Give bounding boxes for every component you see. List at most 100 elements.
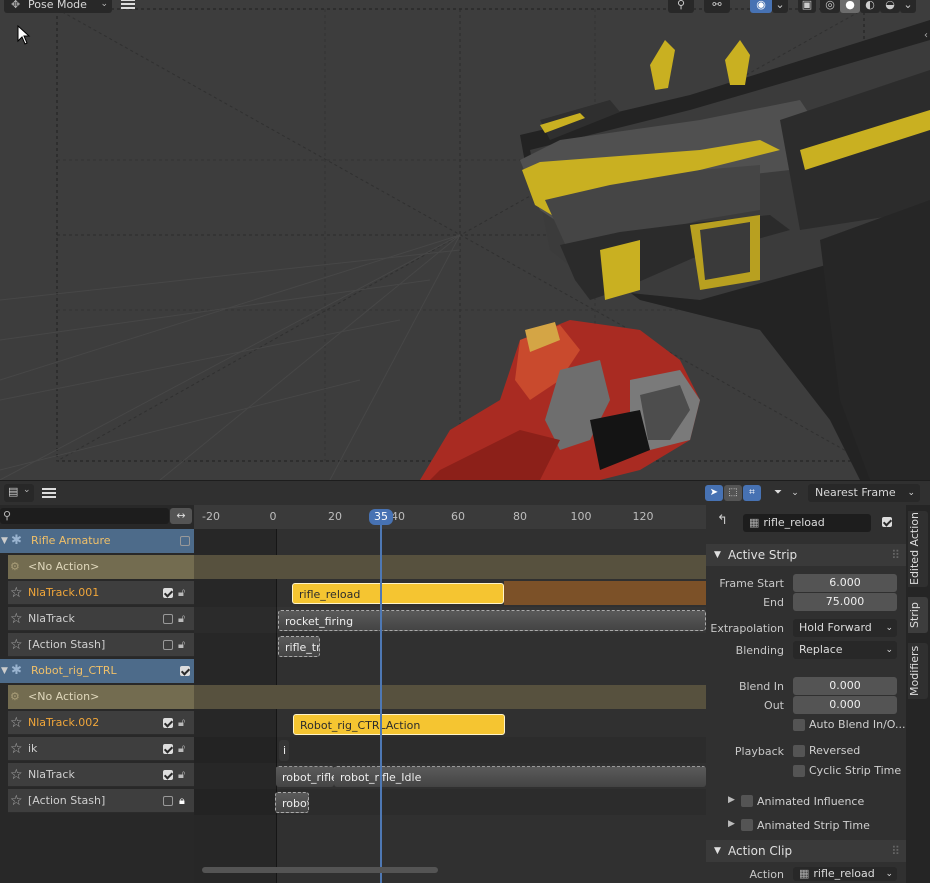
auto-blend-checkbox[interactable] (793, 719, 805, 731)
extrapolation-select[interactable]: Hold Forward ⌄ (793, 619, 897, 637)
solo-star-icon[interactable]: ☆ (10, 737, 23, 761)
channel-checkbox[interactable] (180, 666, 190, 676)
wireframe-shading-icon[interactable]: ◎ (820, 0, 840, 13)
box-select-icon[interactable]: ⬚ (724, 485, 742, 501)
tab-modifiers[interactable]: Modifiers (908, 643, 928, 699)
animated-influence-checkbox[interactable] (741, 795, 753, 807)
frame-start-field[interactable]: 6.000 (793, 574, 897, 592)
chevron-down-icon[interactable]: ⌄ (900, 0, 916, 13)
horizontal-scrollbar[interactable] (202, 867, 438, 873)
mute-checkbox[interactable] (163, 796, 173, 806)
expand-triangle-icon[interactable]: ▼ (1, 659, 8, 683)
action-clip-action-select[interactable]: ▦ rifle_reload ⌄ (793, 867, 897, 881)
proportional-editing-icon[interactable]: ◉ (750, 0, 772, 13)
lock-icon[interactable]: 🔒︎ (179, 789, 185, 813)
no-action-row (194, 555, 706, 579)
sidebar-toggle-icon[interactable]: ‹ (924, 30, 928, 41)
channel-track-nlatrack-002[interactable]: ☆ NlaTrack.002 🔓︎ (8, 711, 194, 735)
current-frame-indicator[interactable]: 35 (369, 509, 393, 525)
no-action-row (194, 685, 706, 709)
solo-star-icon[interactable]: ☆ (10, 763, 23, 787)
animated-strip-time-checkbox[interactable] (741, 819, 753, 831)
solo-star-icon[interactable]: ☆ (10, 711, 23, 735)
channel-checkbox[interactable] (180, 536, 190, 546)
unlock-icon[interactable]: 🔓︎ (178, 581, 185, 605)
reversed-label: Reversed (809, 744, 861, 757)
tab-edited-action[interactable]: Edited Action (908, 511, 928, 587)
unlock-icon[interactable]: 🔓︎ (178, 763, 185, 787)
unlock-icon[interactable]: 🔓︎ (178, 633, 185, 657)
channel-no-action[interactable]: ⚙ <No Action> (8, 555, 194, 579)
blend-in-label: Blend In (738, 680, 784, 693)
mute-checkbox[interactable] (163, 614, 173, 624)
action-enabled-checkbox[interactable] (882, 517, 892, 527)
strip-robot-ri[interactable]: robot_ri (275, 792, 309, 813)
mute-checkbox[interactable] (163, 718, 173, 728)
unlock-icon[interactable]: 🔓︎ (178, 711, 185, 735)
strip-rifle-tran[interactable]: rifle_tran (278, 636, 320, 657)
chevron-down-icon[interactable]: ⌄ (786, 485, 804, 501)
frame-ruler[interactable]: -20 0 20 40 60 80 100 120 (194, 505, 706, 529)
drag-grip-icon[interactable]: ⠿ (891, 544, 900, 566)
mute-checkbox[interactable] (163, 640, 173, 650)
mute-checkbox[interactable] (163, 588, 173, 598)
blending-select[interactable]: Replace ⌄ (793, 641, 897, 659)
strip-robot-rifle-s[interactable]: robot_rifle_s (276, 766, 334, 787)
reversed-checkbox[interactable] (793, 745, 805, 757)
rendered-shading-icon[interactable]: ◒ (880, 0, 900, 13)
mute-checkbox[interactable] (163, 744, 173, 754)
tweak-tool-icon[interactable]: ⌗ (743, 485, 761, 501)
material-shading-icon[interactable]: ◐ (860, 0, 880, 13)
solo-star-icon[interactable]: ☆ (10, 581, 23, 605)
drag-grip-icon[interactable]: ⠿ (891, 840, 900, 862)
nla-menu-icon[interactable] (42, 488, 56, 499)
strip-ik[interactable]: i (279, 740, 289, 761)
channel-track-ik[interactable]: ☆ ik 🔓︎ (8, 737, 194, 761)
mute-checkbox[interactable] (163, 770, 173, 780)
transform-pivot-icon[interactable]: ⚲ (668, 0, 694, 13)
unlock-icon[interactable]: 🔓︎ (178, 607, 185, 631)
expand-triangle-icon[interactable]: ▶ (728, 795, 735, 805)
solo-star-icon[interactable]: ☆ (10, 607, 23, 631)
expand-triangle-icon[interactable]: ▼ (1, 529, 8, 553)
playhead-line[interactable] (380, 523, 382, 883)
strip-robot-rig-action[interactable]: Robot_rig_CTRLAction (293, 714, 505, 735)
channel-track-nlatrack-001[interactable]: ☆ NlaTrack.001 🔓︎ (8, 581, 194, 605)
strip-rifle-reload[interactable]: rifle_reload (292, 583, 504, 604)
channel-search-input[interactable]: ⚲ (0, 508, 169, 524)
select-tool-icon[interactable]: ➤ (705, 485, 723, 501)
chevron-down-icon[interactable]: ⌄ (772, 0, 788, 13)
nla-timeline[interactable]: -20 0 20 40 60 80 100 120 rifle_reload r… (194, 505, 706, 883)
active-strip-panel-header[interactable]: ▼ Active Strip ⠿ (706, 544, 906, 566)
channel-object-rifle-armature[interactable]: ▼ ✱ Rifle Armature (0, 529, 194, 553)
snap-mode-select[interactable]: Nearest Frame ⌄ (808, 484, 920, 502)
action-clip-panel-header[interactable]: ▼ Action Clip ⠿ (706, 840, 906, 862)
xray-toggle-icon[interactable]: ▣ (798, 0, 816, 13)
editor-type-select[interactable]: ▤ ⌄ (4, 484, 34, 502)
strip-rocket-firing[interactable]: rocket_firing (278, 610, 706, 631)
swap-filter-button[interactable]: ↔ (170, 508, 192, 524)
active-action-field[interactable]: ▦ rifle_reload (743, 514, 871, 532)
blend-in-field[interactable]: 0.000 (793, 677, 897, 695)
unlock-icon[interactable]: 🔓︎ (178, 737, 185, 761)
solo-star-icon[interactable]: ☆ (10, 633, 23, 657)
expand-triangle-icon[interactable]: ▶ (728, 819, 735, 829)
channel-track-nlatrack-robot[interactable]: ☆ NlaTrack 🔓︎ (8, 763, 194, 787)
cyclic-strip-time-checkbox[interactable] (793, 765, 805, 777)
channel-track-action-stash[interactable]: ☆ [Action Stash] 🔓︎ (8, 633, 194, 657)
mode-select[interactable]: ✥ Pose Mode ⌄ (4, 0, 112, 13)
snapping-icon[interactable]: ⚯ (704, 0, 730, 13)
tab-strip[interactable]: Strip (908, 597, 928, 633)
strip-robot-rifle-idle[interactable]: robot_rifle_Idle (334, 766, 706, 787)
viewport-menu-icon[interactable] (121, 0, 135, 10)
channel-object-robot-rig[interactable]: ▼ ✱ Robot_rig_CTRL (0, 659, 194, 683)
blend-out-field[interactable]: 0.000 (793, 696, 897, 714)
3d-viewport[interactable]: ✥ Pose Mode ⌄ ⚲ ⚯ ◉ ⌄ ▣ ◎ ● ◐ ◒ ⌄ ‹ (0, 0, 930, 480)
filter-icon[interactable]: ⏷ (769, 485, 787, 501)
channel-track-nlatrack[interactable]: ☆ NlaTrack 🔓︎ (8, 607, 194, 631)
channel-track-action-stash-robot[interactable]: ☆ [Action Stash] 🔒︎ (8, 789, 194, 813)
solo-star-icon[interactable]: ☆ (10, 789, 23, 813)
solid-shading-icon[interactable]: ● (840, 0, 860, 13)
channel-no-action[interactable]: ⚙ <No Action> (8, 685, 194, 709)
frame-end-field[interactable]: 75.000 (793, 593, 897, 611)
